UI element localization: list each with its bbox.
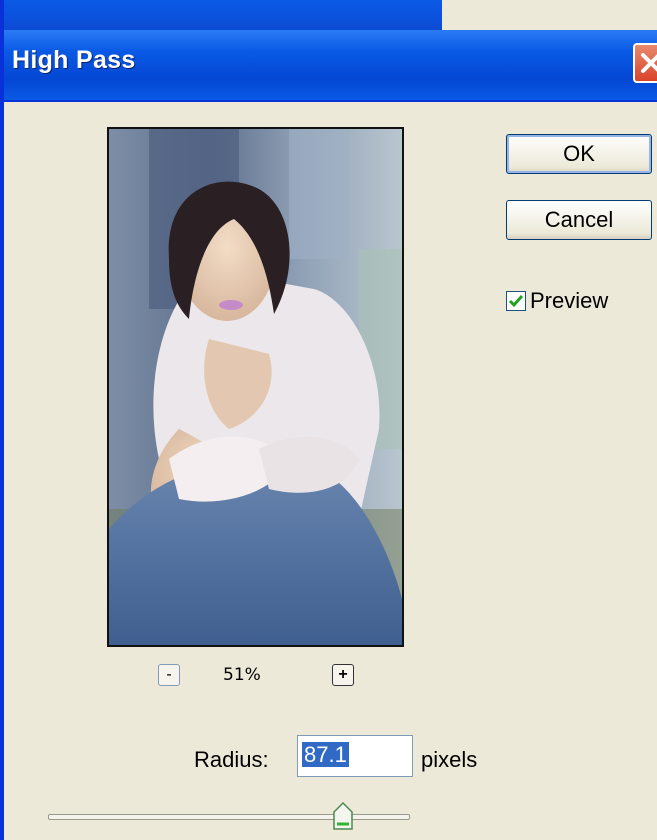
close-button[interactable] [633,43,657,83]
preview-photo [109,129,402,645]
checkmark-icon [508,295,524,308]
radius-slider-track[interactable] [48,814,410,820]
preview-label: Preview [530,288,609,313]
pixels-unit-label: pixels [421,747,478,772]
preview-checkbox-box[interactable] [506,291,526,311]
ok-button[interactable]: OK [506,134,652,174]
radius-input[interactable]: 87.1 [297,735,413,777]
slider-thumb-icon[interactable] [333,802,353,830]
zoom-level: 51% [223,665,261,685]
dialog-window: High Pass - 51% + OK Cancel Preview Radi… [0,0,657,840]
preview-checkbox[interactable]: Preview [506,288,608,314]
window-title: High Pass [12,46,136,74]
titlebar[interactable]: High Pass [4,30,657,102]
dialog-body: - 51% + OK Cancel Preview Radius: 87.1 p… [8,102,657,840]
zoom-out-button[interactable]: - [158,664,180,686]
background-gap [442,0,657,30]
filter-preview-image[interactable] [107,127,404,647]
radius-label: Radius: [194,747,269,772]
cancel-button[interactable]: Cancel [506,200,652,240]
close-icon [641,53,657,73]
zoom-in-button[interactable]: + [332,664,354,686]
radius-value: 87.1 [302,742,349,767]
